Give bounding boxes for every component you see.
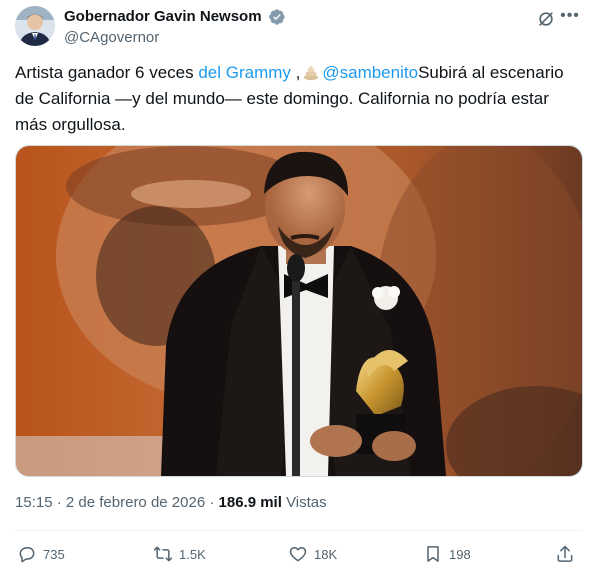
like-button[interactable]: 18K [288, 541, 337, 567]
verified-badge-icon [269, 9, 285, 25]
meta-separator: · [56, 494, 62, 511]
reply-button[interactable]: 735 [17, 541, 65, 567]
views-label: Vistas [286, 494, 327, 511]
reply-icon [19, 547, 35, 563]
repost-button[interactable]: 1.5K [153, 541, 206, 567]
repost-count: 1.5K [179, 546, 206, 562]
repost-icon [153, 546, 173, 562]
tweet-photo[interactable] [15, 145, 583, 477]
bookmark-count: 198 [449, 546, 471, 562]
tweet-text-part: Artista ganador 6 veces [15, 63, 199, 82]
sambenito-mention[interactable]: @sambenito [322, 63, 418, 82]
avatar[interactable] [15, 6, 55, 46]
more-options-icon[interactable]: ••• [559, 7, 581, 29]
bookmark-button[interactable]: 198 [423, 541, 471, 567]
share-button[interactable] [555, 541, 581, 567]
divider [15, 530, 581, 531]
poop-emoji-icon [304, 65, 319, 81]
reply-count: 735 [43, 546, 65, 562]
author-names: Gobernador Gavin Newsom @CAgovernor [64, 7, 286, 48]
author-display-name[interactable]: Gobernador Gavin Newsom [64, 7, 262, 27]
tweet-text-part: , [290, 63, 301, 82]
action-bar: 735 1.5K 18K 198 [15, 541, 581, 567]
photo-image [16, 146, 582, 476]
tweet-text: Artista ganador 6 veces del Grammy , @sa… [15, 60, 585, 138]
grok-icon[interactable] [537, 10, 555, 28]
views-count: 186.9 mil [218, 494, 282, 511]
tweet-header: Gobernador Gavin Newsom @CAgovernor ••• [15, 6, 583, 50]
heart-icon [289, 547, 307, 562]
author-handle[interactable]: @CAgovernor [64, 28, 286, 48]
meta-separator: · [209, 494, 215, 511]
tweet-time[interactable]: 15:15 [15, 494, 53, 511]
bookmark-icon [427, 546, 439, 562]
tweet-date[interactable]: 2 de febrero de 2026 [66, 494, 205, 511]
share-icon [557, 545, 573, 562]
tweet-meta: 15:15 · 2 de febrero de 2026 · 186.9 mil… [15, 493, 327, 513]
like-count: 18K [314, 546, 338, 562]
grammy-link[interactable]: del Grammy [198, 63, 291, 82]
